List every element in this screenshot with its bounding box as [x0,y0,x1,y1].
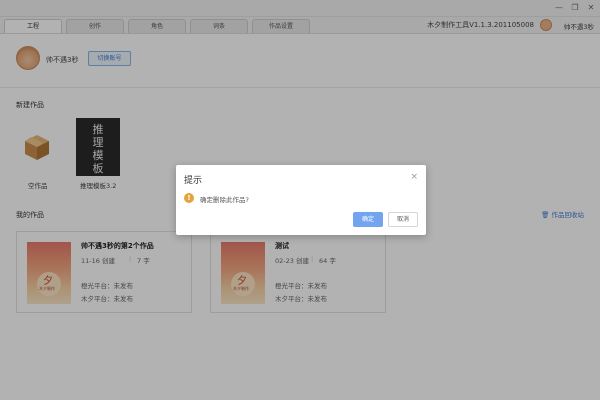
warning-icon: ! [184,193,194,203]
confirm-delete-dialog: 提示 × ! 确定删除此作品? 确定 取消 [176,165,426,235]
cancel-button[interactable]: 取消 [388,212,418,227]
dialog-title: 提示 [184,176,203,186]
confirm-button[interactable]: 确定 [353,212,383,227]
close-icon[interactable]: × [410,172,418,182]
dialog-message: 确定删除此作品? [200,196,249,204]
